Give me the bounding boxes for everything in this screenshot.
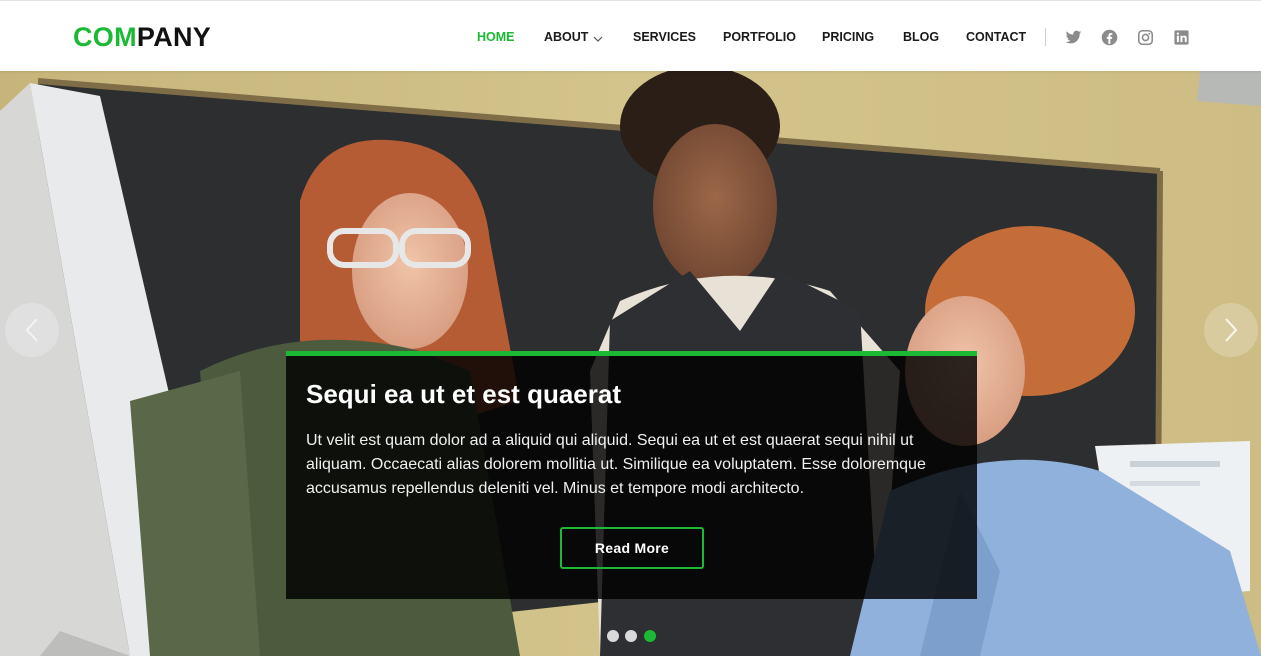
slider-pagination [607,630,667,642]
nav-portfolio[interactable]: PORTFOLIO [723,30,796,44]
facebook-icon[interactable] [1101,29,1118,46]
instagram-icon[interactable] [1137,29,1154,46]
twitter-icon[interactable] [1065,29,1082,46]
hero-slider: Sequi ea ut et est quaerat Ut velit est … [0,71,1261,656]
slide-title: Sequi ea ut et est quaerat [306,379,621,409]
chevron-right-icon [1225,318,1238,342]
prev-slide-button[interactable] [5,303,59,357]
slide-dot-active[interactable] [644,630,656,642]
slide-description: Ut velit est quam dolor ad a aliquid qui… [306,432,926,497]
nav-divider [1045,28,1046,46]
slide-caption: Sequi ea ut et est quaerat Ut velit est … [286,351,977,599]
slide-dot[interactable] [607,630,619,642]
nav-contact[interactable]: CONTACT [966,30,1026,44]
main-nav: HOME ABOUT SERVICES PORTFOLIO PRICING BL… [0,1,1261,72]
nav-blog[interactable]: BLOG [903,30,939,44]
nav-about-label: ABOUT [544,30,589,44]
slide-dot[interactable] [625,630,637,642]
next-slide-button[interactable] [1204,303,1258,357]
nav-services[interactable]: SERVICES [633,30,696,44]
site-header: COMPANY HOME ABOUT SERVICES PORTFOLIO PR… [0,0,1261,71]
linkedin-icon[interactable] [1173,29,1190,46]
nav-home[interactable]: HOME [477,30,515,44]
nav-pricing[interactable]: PRICING [822,30,874,44]
chevron-down-icon [593,31,603,45]
nav-about[interactable]: ABOUT [544,30,603,45]
chevron-left-icon [25,318,38,342]
read-more-button[interactable]: Read More [560,527,704,569]
